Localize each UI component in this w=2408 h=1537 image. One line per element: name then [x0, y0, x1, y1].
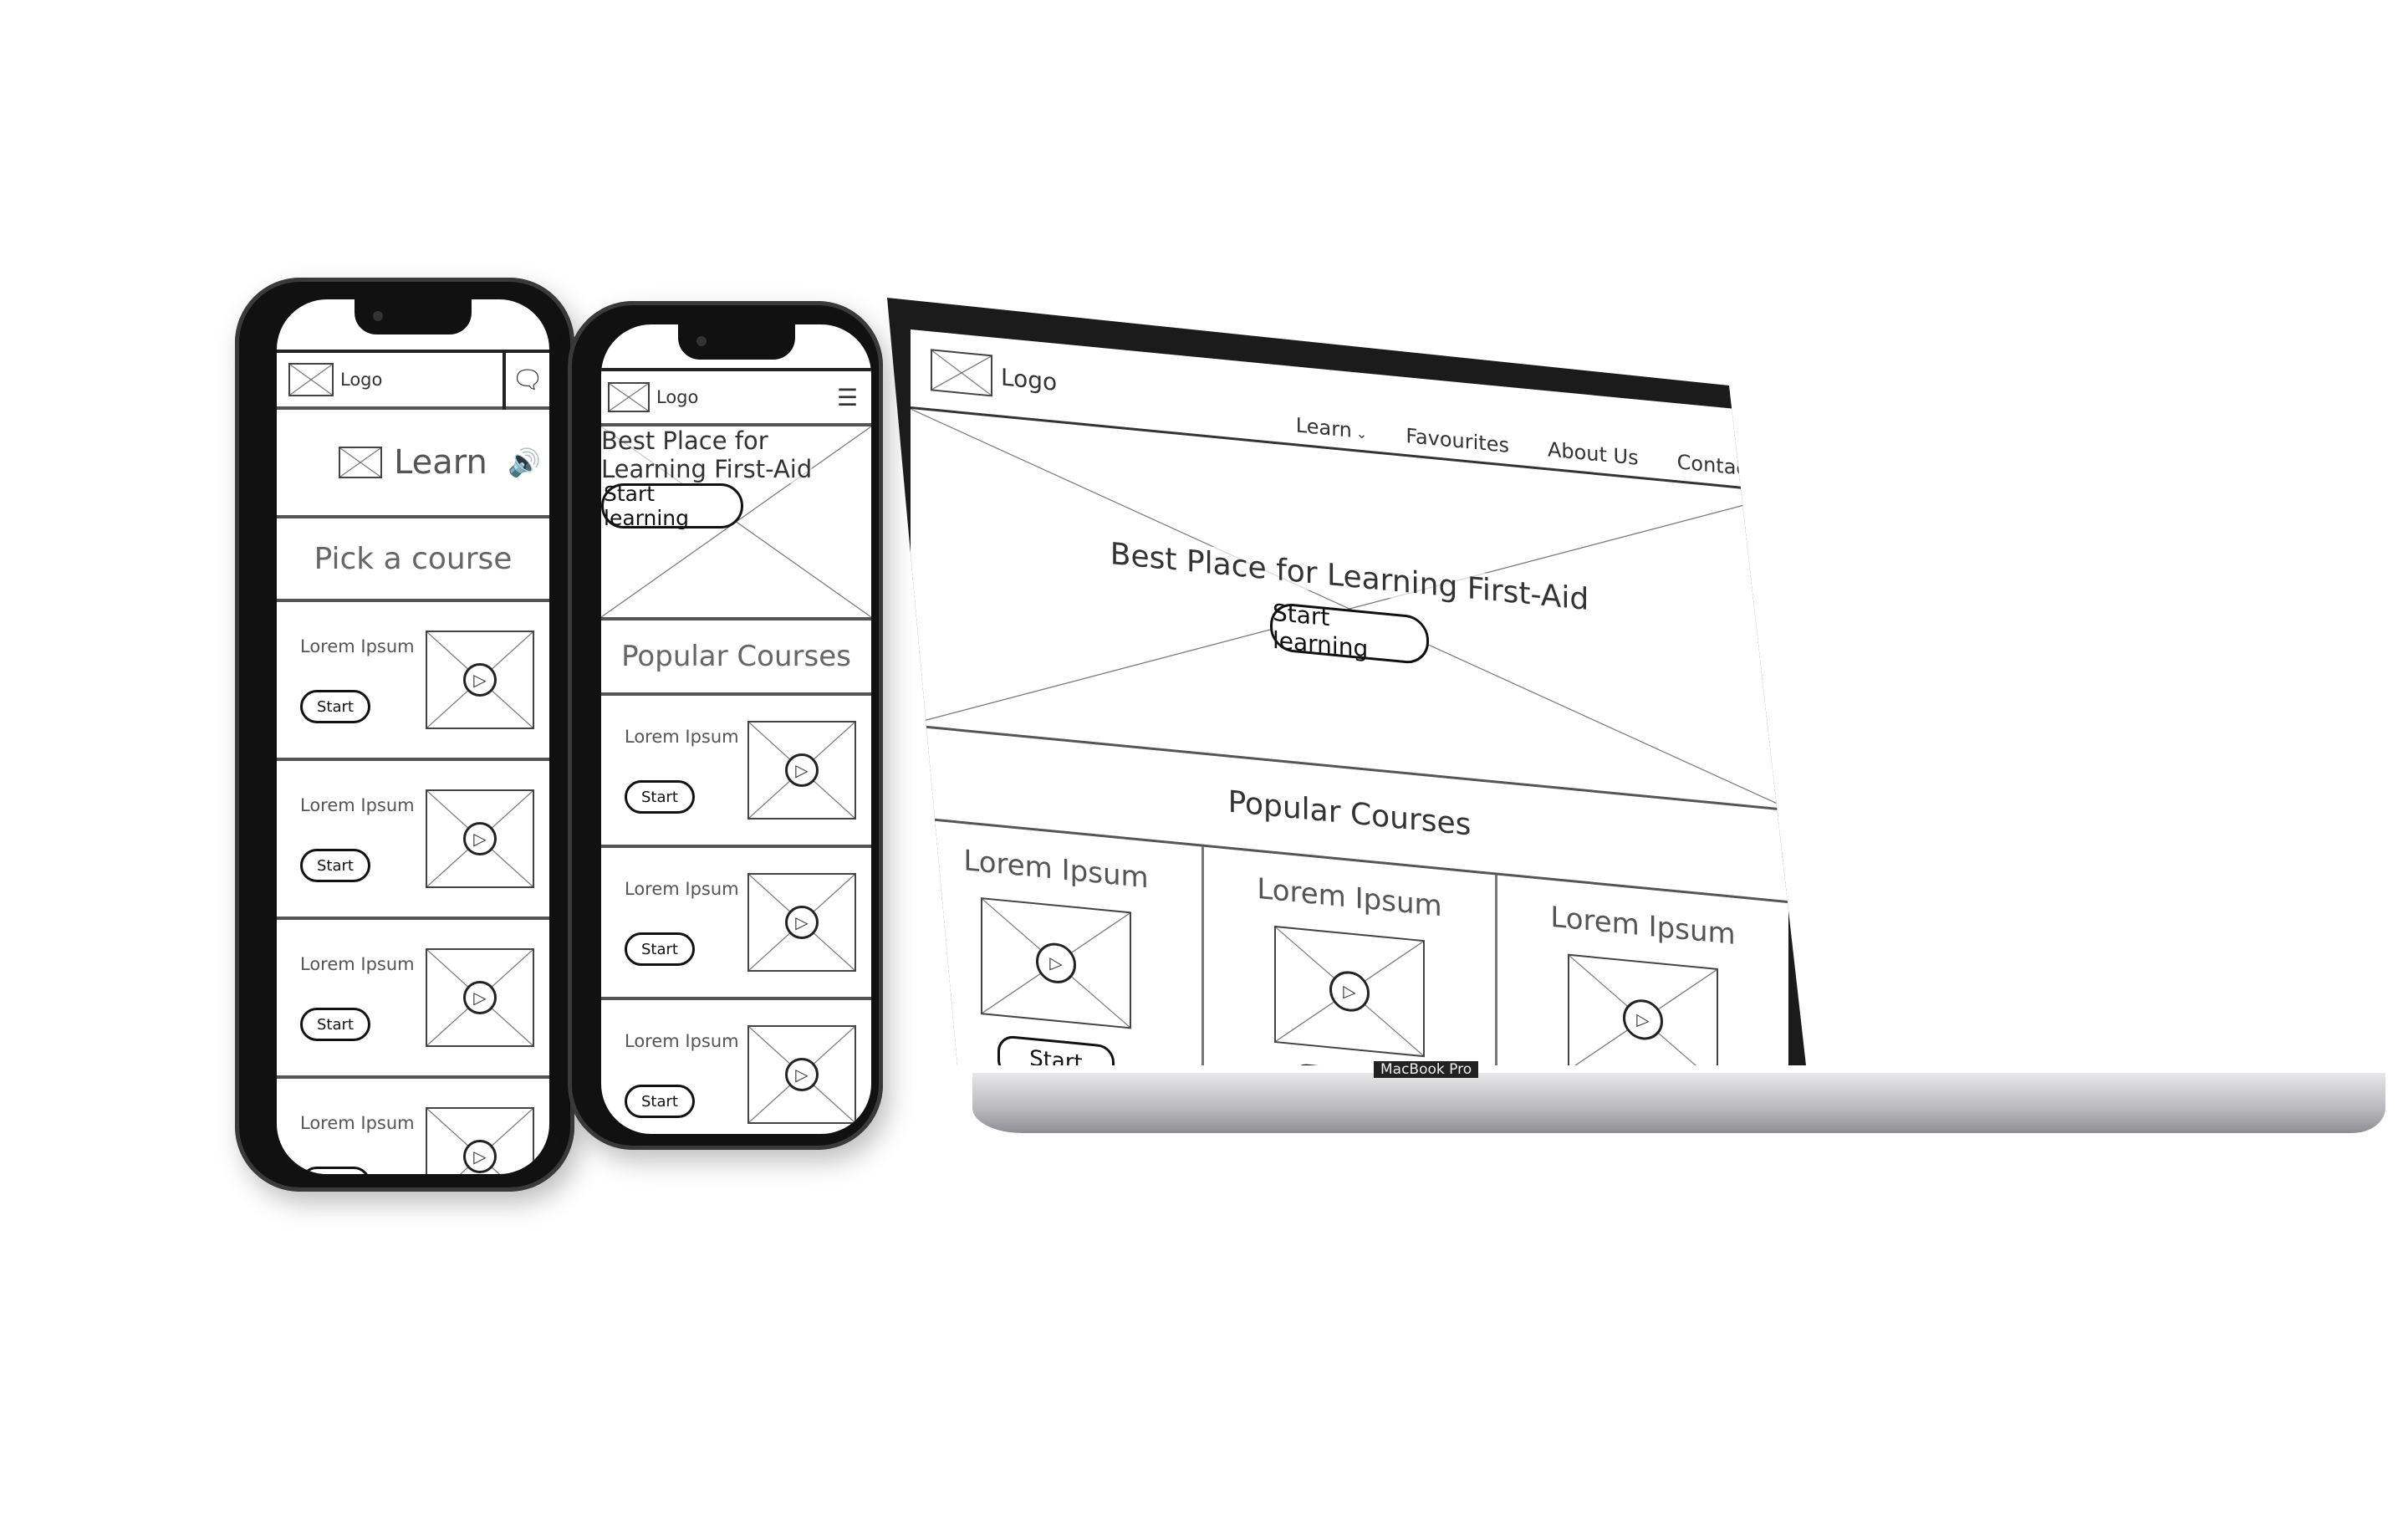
logo-text: Logo: [1001, 362, 1058, 396]
course-title: Lorem Ipsum: [300, 795, 415, 815]
video-thumbnail[interactable]: ▷: [747, 1025, 856, 1124]
course-title: Lorem Ipsum: [625, 879, 739, 899]
course-item: Lorem Ipsum Start ▷: [277, 761, 549, 920]
course-card: Lorem Ipsum▷Start: [1204, 846, 1497, 1065]
notch: [677, 324, 795, 360]
logo-image-icon: [608, 382, 650, 412]
course-title: Lorem Ipsum: [300, 954, 415, 974]
video-thumbnail[interactable]: ▷: [1274, 925, 1425, 1058]
title-image-icon: [339, 447, 383, 478]
video-thumbnail[interactable]: ▷: [747, 721, 856, 820]
play-icon[interactable]: ▷: [463, 981, 497, 1014]
video-thumbnail[interactable]: ▷: [426, 789, 534, 888]
start-button[interactable]: Start: [300, 1167, 370, 1174]
logo-image-icon: [288, 363, 334, 396]
logo-text: Logo: [340, 370, 383, 390]
play-icon[interactable]: ▷: [1623, 998, 1663, 1042]
video-thumbnail[interactable]: ▷: [981, 897, 1131, 1029]
nav-item[interactable]: About Us: [1548, 437, 1639, 469]
start-button[interactable]: Start: [300, 690, 370, 723]
header: Logo 🗨: [277, 350, 549, 410]
nav-item[interactable]: Learn ⌄: [1296, 413, 1368, 443]
start-button[interactable]: Start: [300, 1008, 370, 1041]
course-title: Lorem Ipsum: [300, 636, 415, 656]
start-button[interactable]: Start: [300, 849, 370, 882]
start-learning-button[interactable]: Start learning: [601, 482, 743, 530]
video-thumbnail[interactable]: ▷: [426, 948, 534, 1047]
play-icon[interactable]: ▷: [463, 822, 497, 855]
course-item: Lorem Ipsum Start ▷: [277, 1079, 549, 1174]
chevron-down-icon: ⌄: [1351, 424, 1368, 442]
play-icon[interactable]: ▷: [463, 1140, 497, 1173]
course-title: Lorem Ipsum: [625, 727, 739, 747]
section-title: Popular Courses: [621, 640, 851, 673]
chat-icon[interactable]: 🗨: [503, 350, 549, 410]
logo-image-icon: [931, 349, 992, 397]
laptop-lid: Logo Learn ⌄ Favourites About Us Contact Be…: [887, 298, 1806, 1065]
course-item: Lorem Ipsum Start ▷: [277, 920, 549, 1079]
notch: [355, 299, 472, 334]
video-thumbnail[interactable]: ▷: [747, 873, 856, 972]
section-title: Popular Courses: [1227, 784, 1472, 843]
video-thumbnail[interactable]: ▷: [426, 631, 534, 729]
hamburger-menu-icon[interactable]: ☰: [837, 384, 858, 411]
title-row: Learn 🔊: [277, 410, 549, 518]
start-learning-button[interactable]: Start learning: [1270, 599, 1429, 666]
video-thumbnail[interactable]: ▷: [426, 1107, 534, 1174]
phone-left: Logo 🗨 Learn 🔊 Pick a course Lorem Ipsum…: [235, 278, 574, 1192]
play-icon[interactable]: ▷: [1329, 969, 1370, 1014]
hero: Best Place for Learning First-Aid Start …: [601, 426, 871, 620]
course-title: Lorem Ipsum: [300, 1113, 415, 1133]
course-title: Lorem Ipsum: [963, 844, 1149, 896]
nav-item[interactable]: Contact: [1677, 450, 1755, 481]
course-title: Lorem Ipsum: [1550, 900, 1736, 952]
course-title: Lorem Ipsum: [625, 1031, 739, 1051]
header: Logo ☰: [601, 368, 871, 426]
start-button[interactable]: Start: [625, 932, 695, 966]
phone-middle: Logo ☰ Best Place for Learning First-Aid…: [568, 301, 883, 1150]
hero-title: Best Place for Learning First-Aid: [601, 426, 813, 483]
course-item: Lorem Ipsum Start ▷: [601, 696, 871, 848]
play-icon[interactable]: ▷: [785, 906, 819, 939]
play-icon[interactable]: ▷: [785, 753, 819, 787]
brand-label: MacBook Pro: [1374, 1061, 1479, 1078]
start-button[interactable]: Start: [625, 1085, 695, 1118]
course-item: Lorem Ipsum Start ▷: [277, 602, 549, 761]
play-icon[interactable]: ▷: [463, 663, 497, 697]
laptop-base: MacBook Pro: [972, 1061, 2385, 1133]
subtitle: Pick a course: [314, 541, 513, 576]
play-icon[interactable]: ▷: [785, 1058, 819, 1091]
nav-item[interactable]: Favourites: [1406, 424, 1509, 457]
logo-text: Logo: [656, 387, 699, 407]
course-title: Lorem Ipsum: [1257, 871, 1442, 924]
play-icon[interactable]: ▷: [1036, 941, 1076, 986]
course-item: Lorem Ipsum Start ▷: [601, 848, 871, 1000]
page-title: Learn: [394, 443, 487, 482]
course-card: Lorem Ipsum▷Start: [1497, 876, 1788, 1065]
course-item: Lorem Ipsum Start ▷: [601, 1000, 871, 1134]
speaker-icon[interactable]: 🔊: [508, 447, 541, 478]
video-thumbnail[interactable]: ▷: [1568, 953, 1718, 1065]
start-button[interactable]: Start: [625, 780, 695, 814]
